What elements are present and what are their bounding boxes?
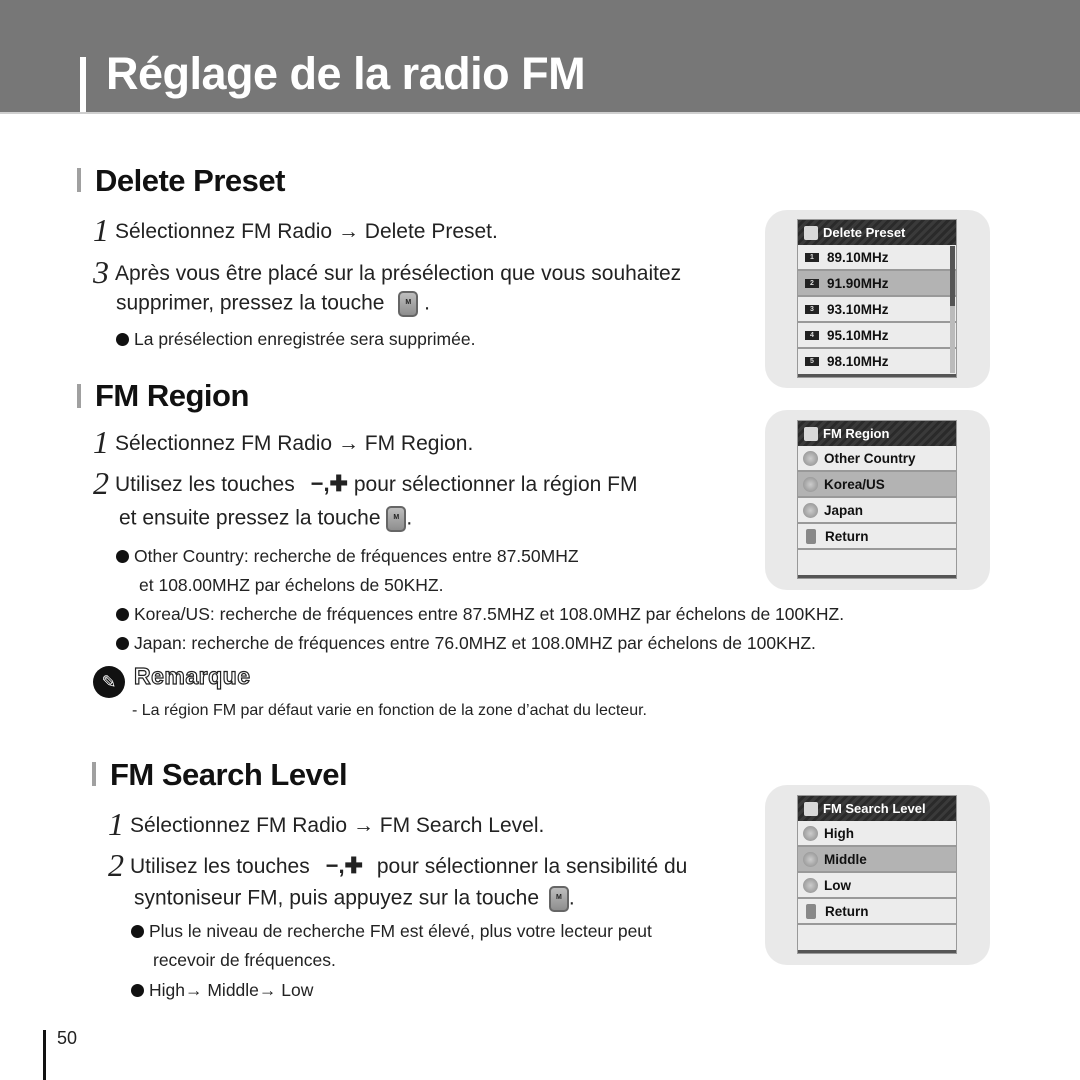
- step-item: 1 Sélectionnez FM Radio → FM Search Level…: [108, 806, 544, 843]
- bullet-icon: [131, 925, 144, 938]
- preset-number-badge: 1: [805, 252, 819, 262]
- screen-title-bar: Delete Preset: [798, 220, 956, 245]
- step-number: 1: [93, 212, 109, 248]
- step-text: Sélectionnez FM Radio → Delete Preset.: [115, 220, 498, 243]
- step-text: Après vous être placé sur la présélectio…: [115, 262, 682, 285]
- menu-item-return[interactable]: Return: [798, 524, 956, 550]
- bullet-item: Japan: recherche de fréquences entre 76.…: [116, 633, 816, 654]
- preset-number-badge: 3: [805, 304, 819, 314]
- step-text: supprimer, pressez la touche: [116, 291, 385, 315]
- step-item: 1 Sélectionnez FM Radio → FM Region.: [93, 424, 473, 461]
- minus-plus-keys-icon: −,✚: [310, 471, 348, 496]
- preset-number-badge: 2: [805, 278, 819, 288]
- preset-item[interactable]: 3 93.10MHz: [798, 297, 956, 323]
- remark-title: Remarque: [133, 662, 251, 689]
- scrollbar-thumb[interactable]: [950, 246, 955, 306]
- step-number: 1: [108, 806, 124, 842]
- preset-item-selected[interactable]: 2 91.90MHz: [798, 271, 956, 297]
- section-heading-delete-preset: Delete Preset: [95, 163, 285, 198]
- device-screen-fm-region: FM Region Other Country Korea/US Japan R…: [797, 420, 957, 579]
- menu-item-japan[interactable]: Japan: [798, 498, 956, 524]
- section-accent-bar: [77, 168, 81, 192]
- bullet-continuation: et 108.00MHZ par échelons de 50KHZ.: [139, 575, 444, 595]
- level-icon: [803, 851, 818, 867]
- return-icon: [806, 903, 816, 919]
- menu-item-return[interactable]: Return: [798, 899, 956, 925]
- preset-item[interactable]: 1 89.10MHz: [798, 245, 956, 271]
- step-continuation: supprimer, pressez la touche M .: [116, 291, 430, 317]
- device-screen-fm-search-level: FM Search Level High Middle Low Return: [797, 795, 957, 954]
- bullet-item: La présélection enregistrée sera supprim…: [116, 329, 475, 350]
- step-number: 3: [93, 254, 109, 290]
- step-number: 2: [108, 847, 124, 883]
- step-text: Utilisez les touches: [130, 855, 310, 878]
- fm-region-icon: [804, 426, 818, 441]
- preset-item[interactable]: 4 95.10MHz: [798, 323, 956, 349]
- section-heading-fm-search-level: FM Search Level: [110, 757, 348, 792]
- screen-title-bar: FM Search Level: [798, 796, 956, 821]
- level-icon: [803, 825, 818, 841]
- menu-item-other-country[interactable]: Other Country: [798, 446, 956, 472]
- bullet-item: Korea/US: recherche de fréquences entre …: [116, 604, 844, 625]
- note-pencil-icon: ✎: [93, 666, 125, 698]
- bullet-icon: [116, 608, 129, 621]
- menu-key-icon: M: [398, 291, 419, 317]
- return-icon: [806, 528, 816, 544]
- bullet-icon: [116, 550, 129, 563]
- page-header-banner: Réglage de la radio FM: [0, 0, 1080, 114]
- screen-title-bar: FM Region: [798, 421, 956, 446]
- preset-number-badge: 5: [805, 357, 819, 366]
- menu-item-korea-us[interactable]: Korea/US: [798, 472, 956, 498]
- step-item: 3 Après vous être placé sur la présélecti…: [93, 254, 681, 291]
- step-text: Sélectionnez FM Radio → FM Region.: [115, 432, 474, 455]
- search-level-icon: [804, 801, 818, 816]
- bullet-icon: [116, 333, 129, 346]
- step-item: 2 Utilisez les touches −,✚ pour sélection…: [108, 847, 688, 883]
- menu-item-middle[interactable]: Middle: [798, 847, 956, 873]
- globe-icon: [803, 502, 818, 518]
- step-item: 2 Utilisez les touches −,✚ pour sélection…: [93, 465, 638, 501]
- bullet-icon: [131, 984, 144, 997]
- remark-text: - La région FM par défaut varie en fonct…: [132, 702, 647, 719]
- device-screen-delete-preset: Delete Preset 1 89.10MHz 2 91.90MHz 3 93.10…: [797, 219, 957, 378]
- header-accent-bar: [80, 57, 86, 112]
- preset-number-badge: 4: [805, 330, 819, 340]
- preset-item[interactable]: 5 98.10MHz: [798, 349, 956, 377]
- page-title: Réglage de la radio FM: [106, 48, 586, 99]
- bullet-item: High→ Middle→ Low: [131, 980, 313, 1001]
- empty-row: [798, 550, 956, 578]
- minus-plus-keys-icon: −,✚: [325, 853, 363, 878]
- section-accent-bar: [92, 762, 96, 786]
- menu-key-icon: M: [548, 886, 569, 912]
- bullet-item: Plus le niveau de recherche FM est élevé…: [131, 921, 652, 942]
- menu-item-high[interactable]: High: [798, 821, 956, 847]
- step-text: Sélectionnez FM Radio → FM Search Level.: [130, 814, 545, 837]
- step-continuation: syntoniseur FM, puis appuyez sur la touc…: [134, 886, 575, 912]
- globe-icon: [803, 450, 818, 466]
- step-continuation: et ensuite pressez la touche M.: [119, 506, 412, 532]
- section-accent-bar: [77, 384, 81, 408]
- menu-key-icon: M: [386, 506, 407, 532]
- page-number: 50: [57, 1028, 78, 1048]
- empty-row: [798, 925, 956, 953]
- step-text: Utilisez les touches: [115, 473, 295, 496]
- footer-accent-bar: [43, 1030, 46, 1080]
- bullet-icon: [116, 637, 129, 650]
- level-icon: [803, 877, 818, 893]
- bullet-continuation: recevoir de fréquences.: [153, 950, 336, 970]
- step-number: 1: [93, 424, 109, 460]
- delete-preset-icon: [804, 225, 818, 240]
- step-item: 1 Sélectionnez FM Radio → Delete Preset.: [93, 212, 498, 249]
- section-heading-fm-region: FM Region: [95, 378, 249, 413]
- globe-icon: [803, 476, 818, 492]
- menu-item-low[interactable]: Low: [798, 873, 956, 899]
- bullet-item: Other Country: recherche de fréquences e…: [116, 546, 579, 567]
- step-number: 2: [93, 465, 109, 501]
